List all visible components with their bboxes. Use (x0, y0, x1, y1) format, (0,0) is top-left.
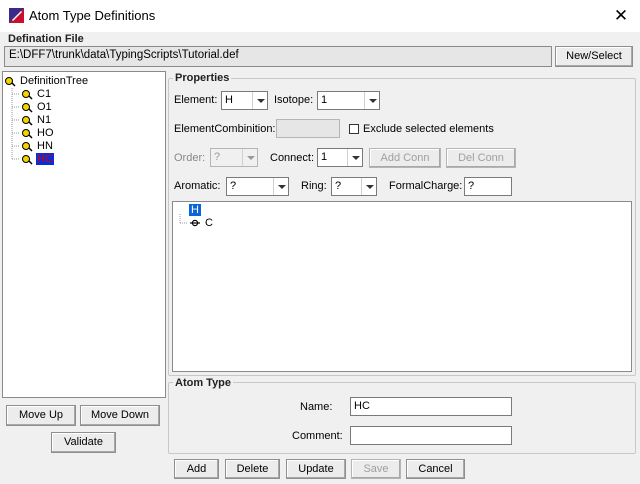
exclude-checkbox[interactable] (349, 124, 359, 134)
chevron-down-icon (242, 149, 257, 166)
formal-charge-field[interactable]: ? (464, 177, 512, 196)
tree-item-label: HO (37, 127, 54, 139)
tree-item-c1[interactable]: C1 (22, 88, 52, 101)
chevron-down-icon (361, 178, 376, 195)
cancel-button[interactable]: Cancel (406, 459, 465, 479)
tree-item-label-selected: HC (36, 153, 54, 165)
aromatic-value: ? (230, 180, 237, 192)
update-button[interactable]: Update (286, 459, 346, 479)
comment-field[interactable] (350, 426, 512, 445)
connect-select[interactable]: 1 (317, 148, 363, 167)
atom-type-label: Atom Type (173, 377, 234, 389)
tree-item-n1[interactable]: N1 (22, 114, 52, 127)
isotope-value: 1 (321, 94, 328, 106)
delete-button[interactable]: Delete (225, 459, 280, 479)
app-logo-icon (9, 8, 24, 23)
element-combination-field[interactable] (276, 119, 340, 138)
atom-node-icon (22, 155, 33, 165)
atom-node-icon (22, 103, 33, 113)
name-field[interactable]: HC (350, 397, 512, 416)
definition-file-label: Defination File (8, 33, 84, 45)
name-label: Name: (300, 401, 333, 413)
atom-node-icon (22, 129, 33, 139)
ring-value: ? (335, 180, 342, 192)
atom-node-icon (22, 142, 33, 152)
tree-item-ho[interactable]: HO (22, 127, 55, 140)
save-button[interactable]: Save (351, 459, 401, 479)
aromatic-select[interactable]: ? (226, 177, 289, 196)
definition-tree-panel[interactable]: DefinitionTree C1 O1 N1 HO HN HC (2, 71, 166, 398)
properties-label: Properties (173, 72, 232, 84)
window-title: Atom Type Definitions (29, 8, 156, 23)
connection-node-icon (190, 219, 200, 227)
ring-select[interactable]: ? (331, 177, 377, 196)
isotope-select[interactable]: 1 (317, 91, 380, 110)
tree-item-label: N1 (37, 114, 52, 126)
validate-button[interactable]: Validate (51, 432, 116, 453)
element-select[interactable]: H (221, 91, 268, 110)
structure-child-atom[interactable]: C (205, 217, 213, 229)
close-icon[interactable]: ✕ (610, 6, 632, 26)
chevron-down-icon (252, 92, 267, 109)
order-value: ? (214, 151, 221, 163)
exclude-label: Exclude selected elements (363, 123, 494, 135)
isotope-label: Isotope: (274, 94, 314, 106)
definition-file-path[interactable]: E:\DFF7\trunk\data\TypingScripts\Tutoria… (4, 46, 552, 67)
new-select-button[interactable]: New/Select (555, 46, 633, 67)
tree-root-label: DefinitionTree (20, 75, 89, 87)
tree-item-o1[interactable]: O1 (22, 101, 53, 114)
connect-value: 1 (321, 151, 328, 163)
tree-item-hc[interactable]: HC (22, 153, 54, 166)
move-down-button[interactable]: Move Down (80, 405, 160, 426)
element-value: H (225, 94, 233, 106)
chevron-down-icon (364, 92, 379, 109)
atom-node-icon (5, 77, 16, 87)
tree-item-label: HN (37, 140, 53, 152)
formal-charge-label: FormalCharge: (389, 180, 463, 192)
tree-item-label: C1 (37, 88, 52, 100)
order-select[interactable]: ? (210, 148, 258, 167)
chevron-down-icon (347, 149, 362, 166)
move-up-button[interactable]: Move Up (6, 405, 76, 426)
tree-item-hn[interactable]: HN (22, 140, 54, 153)
atom-node-icon (22, 90, 33, 100)
element-combination-label: ElementCombinition: (174, 123, 276, 135)
tree-root-node[interactable]: DefinitionTree (5, 75, 89, 88)
add-button[interactable]: Add (174, 459, 219, 479)
structure-root-atom[interactable]: H (189, 204, 201, 216)
del-conn-button[interactable]: Del Conn (446, 148, 516, 168)
chevron-down-icon (273, 178, 288, 195)
ring-label: Ring: (301, 180, 327, 192)
comment-label: Comment: (292, 430, 343, 442)
order-label: Order: (174, 152, 206, 164)
structure-view[interactable]: H C (172, 201, 632, 372)
atom-node-icon (22, 116, 33, 126)
connect-label: Connect: (270, 152, 315, 164)
add-conn-button[interactable]: Add Conn (369, 148, 441, 168)
element-label: Element: (174, 94, 218, 106)
tree-item-label: O1 (37, 101, 52, 113)
aromatic-label: Aromatic: (174, 180, 221, 192)
